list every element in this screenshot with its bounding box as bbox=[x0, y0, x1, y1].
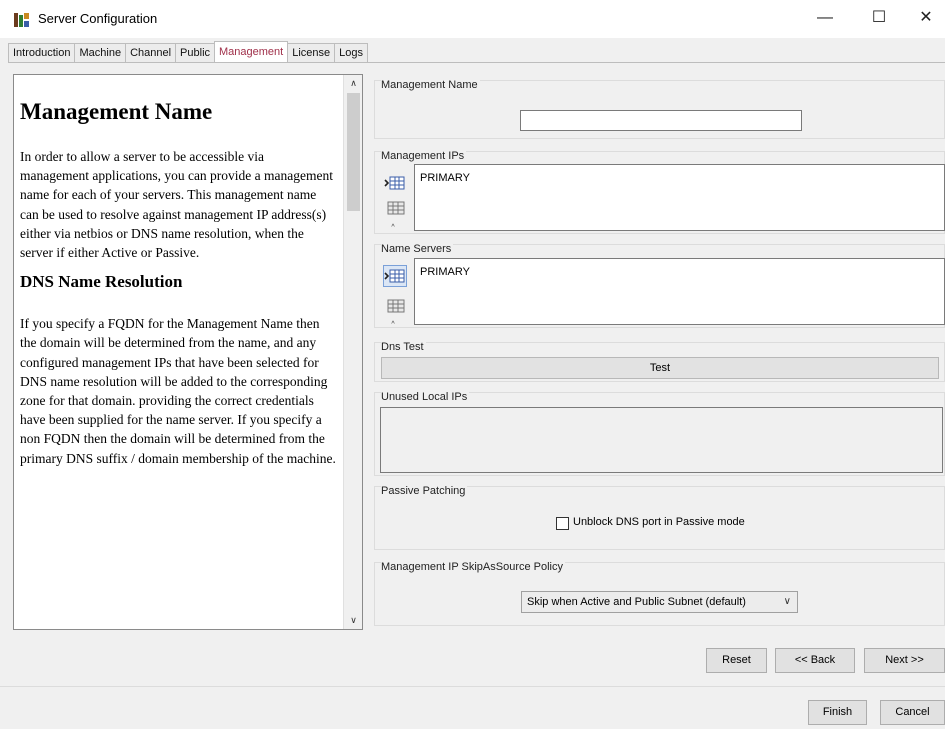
management-name-input[interactable] bbox=[520, 110, 802, 131]
tab-machine[interactable]: Machine bbox=[74, 43, 127, 62]
management-name-section: Management Name bbox=[374, 79, 945, 139]
window-title: Server Configuration bbox=[38, 11, 158, 26]
title-bar: Server Configuration — ☐ ✕ bbox=[0, 0, 945, 38]
passive-patching-title: Passive Patching bbox=[381, 485, 468, 497]
finish-button[interactable]: Finish bbox=[808, 700, 867, 725]
back-button[interactable]: << Back bbox=[775, 648, 855, 673]
tab-introduction[interactable]: Introduction bbox=[8, 43, 76, 62]
unblock-dns-label[interactable]: Unblock DNS port in Passive mode bbox=[573, 516, 745, 528]
add-ip-table-icon[interactable] bbox=[383, 172, 407, 194]
app-icon bbox=[13, 12, 31, 28]
name-servers-section: Name Servers ^ PRIMARY bbox=[374, 243, 945, 329]
help-scrollbar[interactable]: ∧ ∨ bbox=[343, 75, 362, 629]
help-subheading: DNS Name Resolution bbox=[20, 272, 183, 292]
unblock-dns-checkbox[interactable] bbox=[556, 517, 569, 530]
tab-bar: Introduction Machine Channel Public Mana… bbox=[8, 41, 369, 63]
list-item[interactable]: PRIMARY bbox=[420, 172, 470, 184]
edit-name-server-table-icon[interactable] bbox=[383, 295, 407, 317]
scroll-down-icon[interactable]: ∨ bbox=[344, 612, 362, 629]
passive-patching-section: Passive Patching Unblock DNS port in Pas… bbox=[374, 485, 945, 550]
expand-up-icon[interactable]: ^ bbox=[379, 224, 407, 232]
tab-public[interactable]: Public bbox=[175, 43, 216, 62]
cancel-button[interactable]: Cancel bbox=[880, 700, 945, 725]
edit-ip-table-icon[interactable] bbox=[383, 197, 407, 219]
footer-divider bbox=[0, 686, 945, 687]
list-item[interactable]: PRIMARY bbox=[420, 266, 470, 278]
name-servers-list[interactable]: PRIMARY bbox=[414, 258, 945, 325]
expand-up-icon[interactable]: ^ bbox=[379, 321, 407, 329]
tab-logs[interactable]: Logs bbox=[334, 43, 369, 62]
help-pane: Management Name In order to allow a serv… bbox=[13, 74, 363, 630]
skip-policy-select[interactable]: Skip when Active and Public Subnet (defa… bbox=[521, 591, 798, 613]
management-ips-title: Management IPs bbox=[381, 150, 467, 162]
scroll-thumb[interactable] bbox=[347, 93, 360, 211]
tab-divider bbox=[8, 62, 945, 63]
maximize-button[interactable]: ☐ bbox=[856, 0, 902, 38]
minimize-button[interactable]: — bbox=[802, 0, 848, 38]
chevron-down-icon: ∨ bbox=[783, 596, 791, 607]
help-paragraph-1: In order to allow a server to be accessi… bbox=[20, 149, 334, 261]
help-content: Management Name In order to allow a serv… bbox=[14, 75, 342, 629]
unused-local-ips-title: Unused Local IPs bbox=[381, 391, 470, 403]
unused-local-ips-list[interactable] bbox=[380, 407, 943, 473]
dns-test-section: Dns Test Test bbox=[374, 341, 945, 382]
tab-channel[interactable]: Channel bbox=[125, 43, 177, 62]
help-heading: Management Name bbox=[20, 99, 213, 124]
test-button[interactable]: Test bbox=[381, 357, 939, 379]
close-button[interactable]: ✕ bbox=[903, 0, 945, 38]
next-button[interactable]: Next >> bbox=[864, 648, 945, 673]
management-name-title: Management Name bbox=[381, 79, 480, 91]
add-name-server-table-icon[interactable] bbox=[383, 265, 407, 287]
dns-test-title: Dns Test bbox=[381, 341, 426, 353]
scroll-up-icon[interactable]: ∧ bbox=[344, 75, 362, 92]
unused-local-ips-section: Unused Local IPs bbox=[374, 391, 945, 476]
skip-policy-selected: Skip when Active and Public Subnet (defa… bbox=[527, 596, 746, 608]
skip-policy-section: Management IP SkipAsSource Policy Skip w… bbox=[374, 561, 945, 626]
tab-management[interactable]: Management bbox=[214, 41, 289, 62]
management-ips-section: Management IPs ^ PRIMARY bbox=[374, 150, 945, 234]
reset-button[interactable]: Reset bbox=[706, 648, 767, 673]
skip-policy-title: Management IP SkipAsSource Policy bbox=[381, 561, 565, 573]
help-paragraph-2: If you specify a FQDN for the Management… bbox=[20, 316, 336, 466]
management-ips-list[interactable]: PRIMARY bbox=[414, 164, 945, 231]
name-servers-title: Name Servers bbox=[381, 243, 454, 255]
tab-license[interactable]: License bbox=[287, 43, 336, 62]
